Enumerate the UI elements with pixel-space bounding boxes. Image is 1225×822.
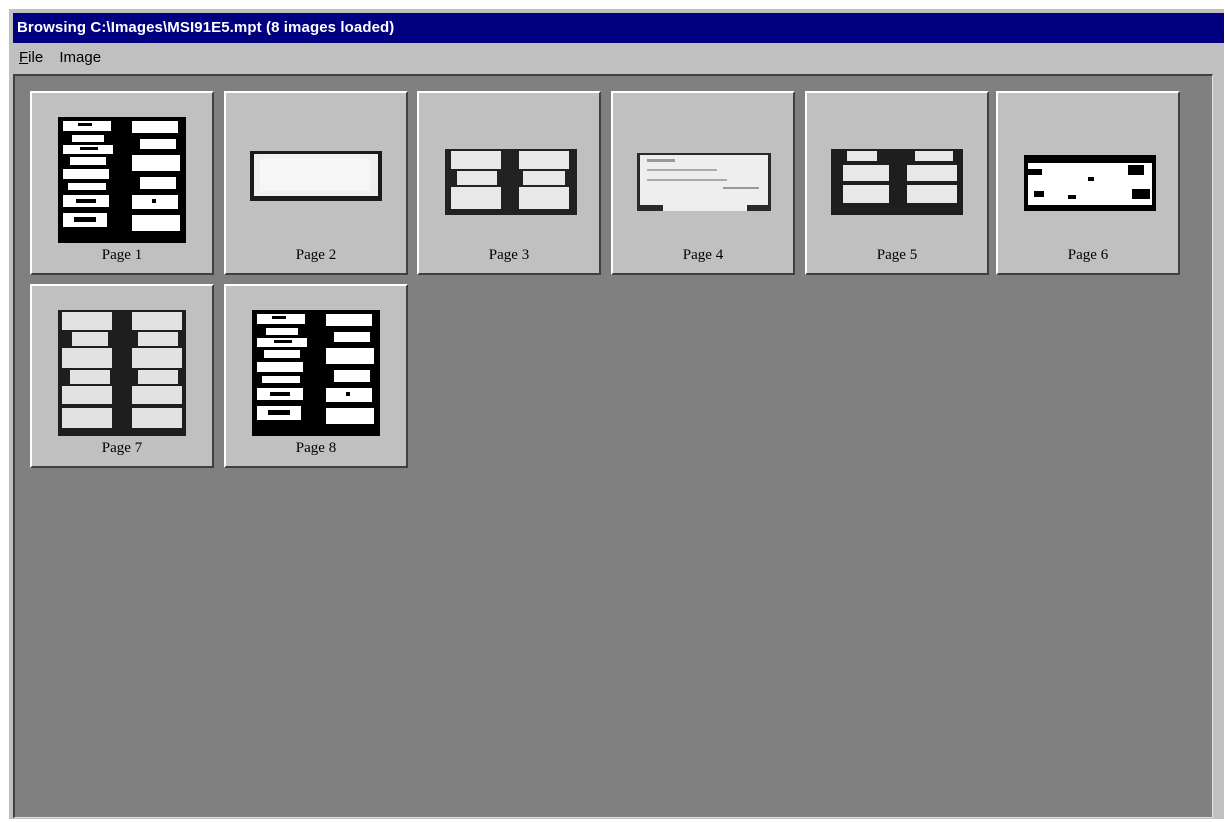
page-thumbnail[interactable]: Page 5: [805, 91, 989, 275]
page-label: Page 4: [682, 247, 724, 263]
page-2-image: [250, 151, 382, 201]
page-7-image: [58, 310, 186, 436]
menu-image[interactable]: Image: [53, 45, 107, 71]
page-label: Page 3: [488, 247, 530, 263]
page-label: Page 2: [295, 247, 337, 263]
menu-file-label: ile: [28, 49, 44, 66]
page-thumbnail[interactable]: Page 7: [30, 284, 214, 468]
menu-image-label: Image: [59, 49, 102, 66]
page-thumbnail[interactable]: Page 3: [417, 91, 601, 275]
page-6-image: [1024, 155, 1156, 211]
page-4-image: [637, 153, 771, 211]
page-1-image: [58, 117, 186, 243]
page-thumbnail[interactable]: Page 6: [996, 91, 1180, 275]
page-3-image: [445, 149, 577, 215]
title-bar[interactable]: Browsing C:\Images\MSI91E5.mpt (8 images…: [13, 13, 1224, 43]
page-thumbnail[interactable]: Page 8: [224, 284, 408, 468]
page-label: Page 1: [101, 247, 143, 263]
page-thumbnail[interactable]: Page 4: [611, 91, 795, 275]
page-thumbnail[interactable]: Page 1: [30, 91, 214, 275]
browser-window: Browsing C:\Images\MSI91E5.mpt (8 images…: [9, 9, 1224, 819]
page-8-image: [252, 310, 380, 436]
thumbnail-area: Page 1 Page 2 Page 3 Page 4 Page 5 Page …: [13, 74, 1213, 818]
page-label: Page 7: [101, 440, 143, 456]
page-label: Page 5: [876, 247, 918, 263]
page-label: Page 6: [1067, 247, 1109, 263]
menu-file-accelerator: F: [19, 49, 29, 66]
page-label: Page 8: [295, 440, 337, 456]
page-thumbnail[interactable]: Page 2: [224, 91, 408, 275]
window-title: Browsing C:\Images\MSI91E5.mpt (8 images…: [17, 19, 395, 36]
menu-file[interactable]: File: [13, 45, 49, 71]
menu-bar: File Image: [13, 45, 1224, 71]
page-5-image: [831, 149, 963, 215]
